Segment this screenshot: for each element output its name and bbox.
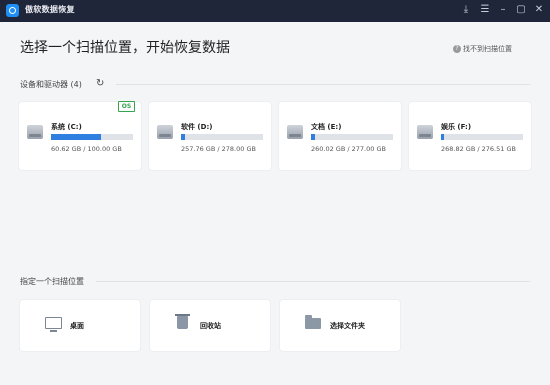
location-label: 桌面 (70, 322, 84, 330)
location-desktop[interactable]: 桌面 (20, 300, 140, 351)
refresh-icon[interactable]: ↻ (96, 78, 104, 89)
help-link-label: 找不到扫描位置 (463, 45, 512, 53)
locations-divider (96, 281, 530, 282)
drive-card-c[interactable]: OS 系统 (C:) 60.62 GB / 100.00 GB (19, 101, 141, 170)
drive-usage-fill (311, 134, 316, 140)
recycle-bin-icon (175, 314, 190, 329)
drive-usage-bar (441, 134, 523, 140)
drive-usage-fill (441, 134, 445, 140)
location-label: 回收站 (200, 322, 221, 330)
drive-usage-fill (51, 134, 102, 140)
drive-icon (157, 125, 173, 139)
drive-size: 268.82 GB / 276.51 GB (441, 145, 516, 153)
minimize-button[interactable]: – (496, 3, 510, 17)
drive-name: 娱乐 (F:) (441, 123, 472, 131)
drive-size: 260.02 GB / 277.00 GB (311, 145, 386, 153)
drive-usage-bar (181, 134, 263, 140)
drive-name: 系统 (C:) (51, 123, 82, 131)
maximize-button[interactable]: ▢ (514, 3, 528, 17)
download-icon[interactable]: ⤓ (459, 3, 473, 17)
location-select-folder[interactable]: 选择文件夹 (280, 300, 400, 351)
drive-card-e[interactable]: 文档 (E:) 260.02 GB / 277.00 GB (279, 102, 401, 170)
drive-icon (417, 125, 433, 139)
os-badge: OS (118, 101, 135, 112)
title-bar: 傲软数据恢复 ⤓ ☰ – ▢ ✕ (0, 0, 550, 22)
windows-drive-icon (27, 125, 43, 139)
question-icon: ? (453, 45, 461, 53)
app-logo-icon (6, 4, 19, 17)
drive-usage-fill (181, 134, 186, 140)
location-label: 选择文件夹 (330, 322, 365, 330)
drive-size: 60.62 GB / 100.00 GB (51, 145, 122, 153)
help-link[interactable]: ? 找不到扫描位置 (453, 44, 512, 54)
app-title: 傲软数据恢复 (25, 5, 75, 14)
locations-section-title: 指定一个扫描位置 (20, 277, 84, 286)
location-recycle-bin[interactable]: 回收站 (150, 300, 270, 351)
page-title: 选择一个扫描位置，开始恢复数据 (20, 40, 230, 56)
drive-name: 文档 (E:) (311, 123, 342, 131)
drive-card-d[interactable]: 软件 (D:) 257.76 GB / 278.00 GB (149, 102, 271, 170)
drive-name: 软件 (D:) (181, 123, 213, 131)
drive-icon (287, 125, 303, 139)
devices-divider (116, 84, 530, 85)
devices-section-title: 设备和驱动器 (4) (20, 80, 82, 89)
drive-card-f[interactable]: 娱乐 (F:) 268.82 GB / 276.51 GB (409, 102, 531, 170)
settings-icon[interactable]: ☰ (478, 3, 492, 17)
drive-size: 257.76 GB / 278.00 GB (181, 145, 256, 153)
folder-icon (305, 315, 321, 329)
drive-usage-bar (311, 134, 393, 140)
monitor-icon (45, 317, 62, 332)
close-button[interactable]: ✕ (532, 3, 546, 17)
drive-usage-bar (51, 134, 133, 140)
